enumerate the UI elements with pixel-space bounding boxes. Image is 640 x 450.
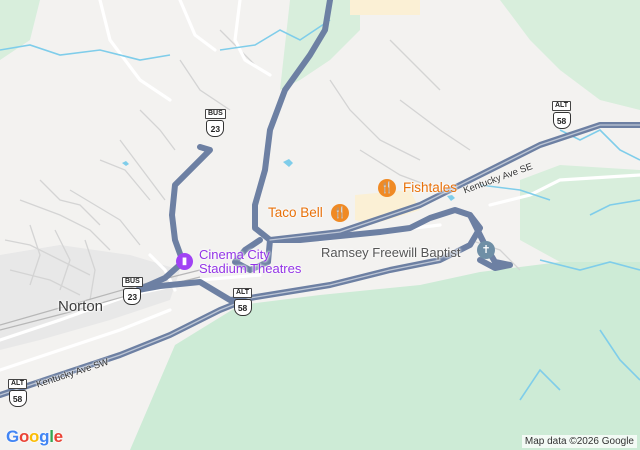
route-shield-alt-58: ALT 58 <box>552 101 572 129</box>
poi-label-ramsey-freewill-baptist[interactable]: Ramsey Freewill Baptist <box>321 245 460 260</box>
commercial-area <box>350 0 420 15</box>
shield-tag: BUS <box>122 277 143 287</box>
shield-number: 58 <box>552 112 571 129</box>
pond <box>122 161 129 166</box>
town-label-norton[interactable]: Norton <box>58 298 103 315</box>
pond <box>283 159 293 167</box>
shield-number: 23 <box>123 288 142 305</box>
forest-area-northeast <box>500 0 640 110</box>
poi-label-fishtales[interactable]: Fishtales <box>403 180 457 195</box>
shield-number: 23 <box>206 120 225 137</box>
shield-tag: ALT <box>233 288 253 298</box>
poi-label-line: Cinema City <box>199 247 270 262</box>
poi-label-taco-bell[interactable]: Taco Bell <box>268 205 323 220</box>
shield-tag: ALT <box>552 101 572 111</box>
fork-knife-icon[interactable]: 🍴 <box>378 179 396 197</box>
fork-knife-icon[interactable]: 🍴 <box>331 204 349 222</box>
shield-number: 58 <box>233 299 252 316</box>
shield-number: 58 <box>8 390 27 407</box>
film-icon[interactable]: ▮ <box>176 253 193 270</box>
forest-area-northwest <box>0 0 40 60</box>
route-shield-alt-58: ALT 58 <box>8 379 28 407</box>
route-shield-bus-23: BUS 23 <box>122 277 143 305</box>
route-shield-alt-58: ALT 58 <box>233 288 253 316</box>
map-canvas[interactable]: Norton 🍴 Fishtales 🍴 Taco Bell ▮ Cinema … <box>0 0 640 450</box>
shield-tag: BUS <box>205 109 226 119</box>
map-base-layer <box>0 0 640 450</box>
forest-area-south <box>130 262 640 450</box>
google-logo: Google <box>6 427 63 446</box>
map-attribution[interactable]: Map data ©2026 Google <box>521 435 637 448</box>
pond <box>447 195 455 201</box>
route-shield-bus-23: BUS 23 <box>205 109 226 137</box>
cross-icon[interactable]: ✝ <box>477 241 495 259</box>
shield-tag: ALT <box>8 379 28 389</box>
poi-label-cinema-city[interactable]: Cinema City Stadium Theatres <box>199 248 301 276</box>
poi-label-line: Stadium Theatres <box>199 261 302 276</box>
